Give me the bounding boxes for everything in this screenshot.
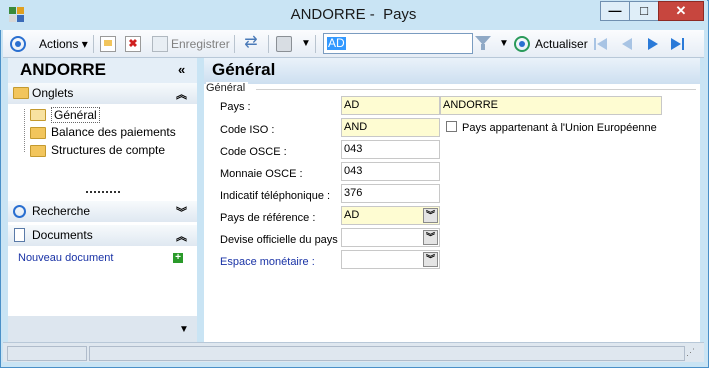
- devise-label: Devise officielle du pays :: [220, 234, 344, 246]
- save-button[interactable]: Enregistrer: [171, 35, 230, 53]
- filter-dropdown-icon[interactable]: ▼: [499, 35, 509, 53]
- ref-label: Pays de référence :: [220, 212, 316, 224]
- pays-code-field[interactable]: AD: [341, 96, 440, 115]
- search-section-header[interactable]: Recherche ︾: [8, 201, 197, 222]
- refresh-button[interactable]: Actualiser: [535, 35, 588, 53]
- folder-open-icon: [30, 109, 46, 121]
- chevron-up-icon: ︽: [176, 231, 187, 243]
- tree-item-structures[interactable]: Structures de compte: [51, 143, 165, 157]
- pays-label: Pays :: [220, 101, 251, 113]
- collapse-panel-icon[interactable]: «: [178, 62, 185, 77]
- delete-icon[interactable]: ✖: [125, 36, 141, 52]
- main-panel-header: Général: [204, 58, 700, 84]
- status-cell: [89, 346, 685, 361]
- resize-grip-icon[interactable]: ⋰: [686, 347, 695, 358]
- folder-icon: [30, 145, 46, 157]
- filter-icon[interactable]: [475, 35, 491, 51]
- page-title: Général: [212, 60, 276, 79]
- document-icon: [14, 228, 25, 242]
- first-record-icon[interactable]: [593, 36, 609, 52]
- ue-checkbox-label: Pays appartenant à l'Union Européenne: [462, 122, 657, 134]
- expand-down-icon[interactable]: ▼: [179, 324, 189, 335]
- new-record-icon[interactable]: [100, 36, 116, 52]
- left-panel-footer: ▼: [8, 316, 197, 342]
- iso-label: Code ISO :: [220, 124, 275, 136]
- tabs-section-header[interactable]: Onglets ︽: [8, 83, 197, 104]
- status-bar: [3, 342, 704, 362]
- ue-checkbox[interactable]: [446, 121, 457, 132]
- monnaie-field[interactable]: 043: [341, 162, 440, 181]
- left-panel-header: ANDORRE «: [8, 58, 197, 83]
- record-title: ANDORRE: [20, 60, 106, 79]
- espace-label[interactable]: Espace monétaire :: [220, 256, 315, 268]
- iso-code-field[interactable]: AND: [341, 118, 440, 137]
- previous-record-icon[interactable]: [619, 36, 635, 52]
- left-panel: ANDORRE « Onglets ︽ Général Balance des …: [8, 58, 197, 342]
- osce-code-field[interactable]: 043: [341, 140, 440, 159]
- status-cell: [7, 346, 87, 361]
- save-icon[interactable]: [152, 36, 168, 52]
- chevron-down-icon: ︾: [176, 207, 187, 219]
- new-document-link[interactable]: Nouveau document: [18, 252, 113, 264]
- espace-select[interactable]: ︾: [341, 250, 440, 269]
- search-icon: [13, 205, 26, 218]
- search-input[interactable]: AD: [323, 33, 473, 54]
- tel-field[interactable]: 376: [341, 184, 440, 203]
- tel-label: Indicatif téléphonique :: [220, 190, 331, 202]
- last-record-icon[interactable]: [670, 36, 686, 52]
- maximize-button[interactable]: □: [629, 1, 659, 21]
- dropdown-icon[interactable]: ︾: [423, 208, 438, 223]
- dropdown-icon[interactable]: ︾: [423, 230, 438, 245]
- documents-section-header[interactable]: Documents ︽: [8, 225, 197, 246]
- osce-label: Code OSCE :: [220, 146, 287, 158]
- monnaie-label: Monnaie OSCE :: [220, 168, 303, 180]
- dropdown-icon[interactable]: ︾: [423, 252, 438, 267]
- print-dropdown-icon[interactable]: ▼: [301, 35, 311, 53]
- actions-menu[interactable]: Actions ▾: [39, 35, 88, 53]
- chevron-up-icon: ︽: [176, 89, 187, 101]
- splitter-grip[interactable]: [86, 191, 120, 195]
- title-bar: ANDORRE - Pays — □ ✕: [0, 0, 707, 30]
- devise-select[interactable]: ︾: [341, 228, 440, 247]
- next-record-icon[interactable]: [645, 36, 661, 52]
- main-panel: Général Général Pays : AD ANDORRE Code I…: [204, 58, 700, 342]
- tree-item-general[interactable]: Général: [51, 107, 100, 123]
- print-icon[interactable]: [276, 36, 292, 52]
- refresh-icon[interactable]: [514, 36, 530, 52]
- group-title: Général: [206, 82, 249, 94]
- target-icon[interactable]: [10, 36, 26, 52]
- folder-icon: [13, 87, 29, 99]
- close-button[interactable]: ✕: [658, 1, 704, 21]
- minimize-button[interactable]: —: [600, 1, 630, 21]
- toolbar: Actions ▾ ✖ Enregistrer ⇄ ▼ AD ▼ Actuali…: [3, 30, 704, 58]
- pays-name-field[interactable]: ANDORRE: [440, 96, 662, 115]
- folder-icon: [30, 127, 46, 139]
- ref-select[interactable]: AD ︾: [341, 206, 440, 225]
- add-icon[interactable]: +: [173, 253, 183, 263]
- group-divider: [256, 89, 696, 90]
- tree-item-balance[interactable]: Balance des paiements: [51, 125, 176, 139]
- sync-icon[interactable]: ⇄: [243, 35, 259, 51]
